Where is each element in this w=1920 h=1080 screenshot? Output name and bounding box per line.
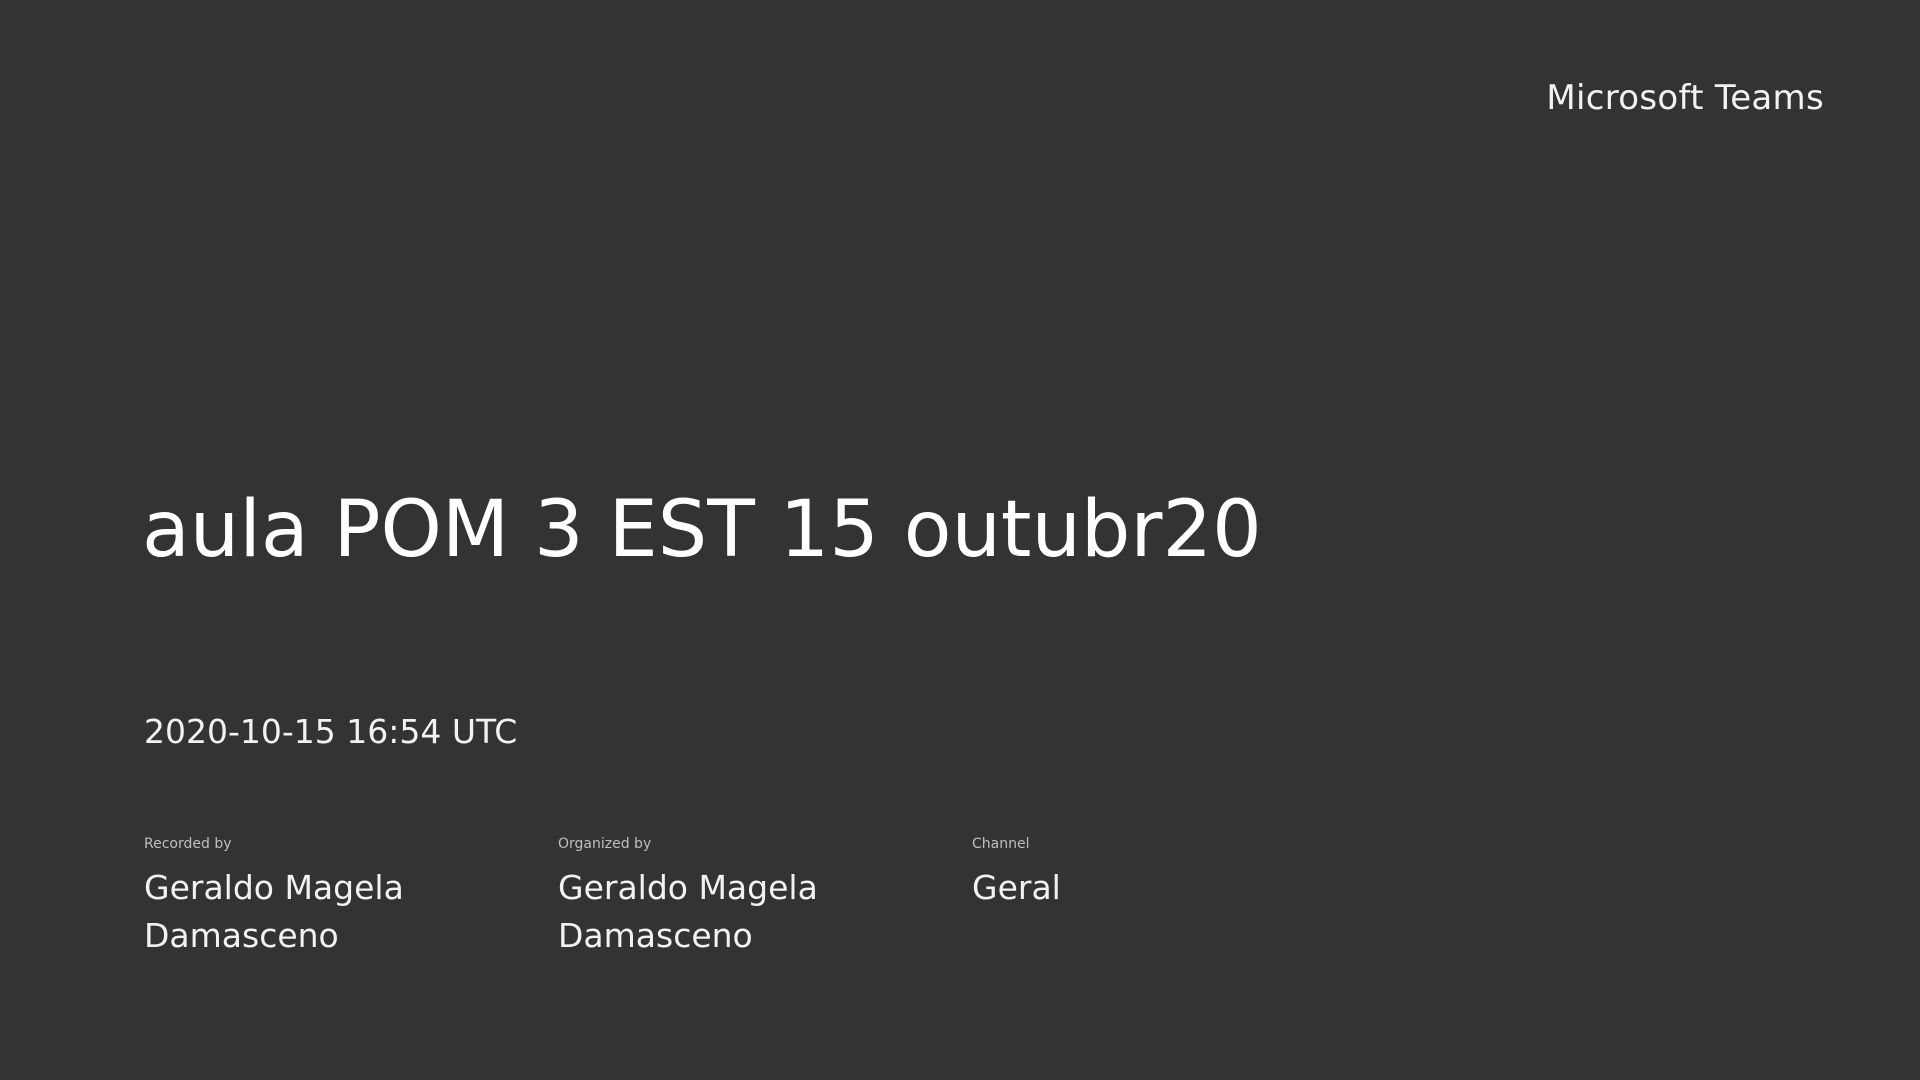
channel-label: Channel (972, 836, 1030, 852)
recorded-by-section: Recorded by Geraldo Magela Damasceno (144, 836, 464, 960)
organized-by-value: Geraldo Magela Damasceno (558, 868, 818, 955)
recording-datetime: 2020-10-15 16:54 UTC (144, 712, 518, 751)
organized-by-label: Organized by (558, 836, 652, 852)
recording-title: aula POM 3 EST 15 outubr20 (142, 485, 1262, 575)
channel-value: Geral (972, 868, 1061, 907)
app-brand: Microsoft Teams (1546, 78, 1824, 118)
organized-by-section: Organized by Geraldo Magela Damasceno (558, 836, 878, 960)
recorded-by-value: Geraldo Magela Damasceno (144, 868, 404, 955)
recorded-by-label: Recorded by (144, 836, 232, 852)
channel-section: Channel Geral (972, 836, 1292, 912)
